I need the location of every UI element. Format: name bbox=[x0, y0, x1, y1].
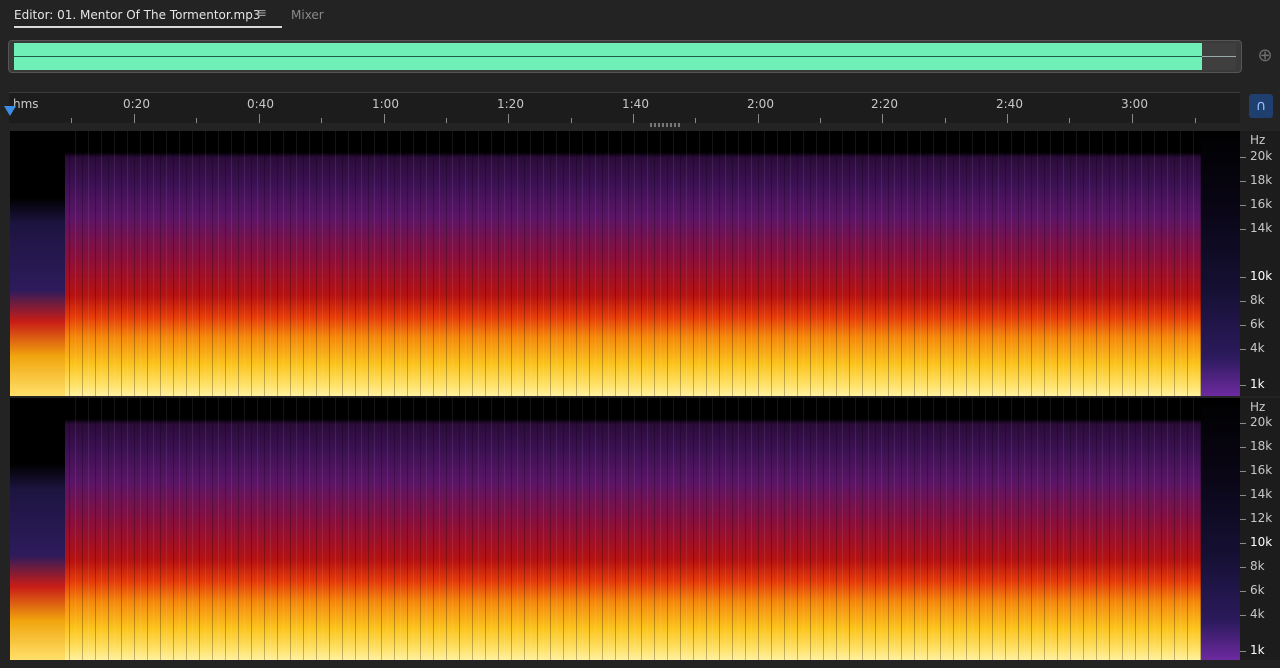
ruler-tick bbox=[508, 114, 509, 123]
freq-tick bbox=[1240, 205, 1246, 206]
spectrogram-bottom-intro bbox=[10, 398, 65, 660]
freq-tick bbox=[1240, 385, 1246, 386]
ruler-tick bbox=[321, 118, 322, 123]
spectral-channel-bottom[interactable] bbox=[10, 398, 1240, 660]
freq-label: 8k bbox=[1250, 559, 1265, 573]
ruler-tick bbox=[384, 114, 385, 123]
spectrogram-bottom-tail bbox=[1201, 398, 1240, 660]
freq-label: 16k bbox=[1250, 463, 1273, 477]
freq-tick bbox=[1240, 423, 1246, 424]
freq-label: 14k bbox=[1250, 221, 1273, 235]
spectrogram-bottom[interactable] bbox=[10, 398, 1240, 660]
freq-label: 8k bbox=[1250, 293, 1265, 307]
freq-label: 18k bbox=[1250, 173, 1273, 187]
ruler-tick bbox=[820, 118, 821, 123]
ruler-tick bbox=[1069, 118, 1070, 123]
freq-label: 12k bbox=[1250, 511, 1273, 525]
freq-label: 1k bbox=[1250, 643, 1265, 657]
ruler-label: 2:00 bbox=[747, 97, 774, 111]
playhead-marker[interactable] bbox=[4, 106, 16, 116]
ruler-label: 1:00 bbox=[372, 97, 399, 111]
overview-navigator[interactable] bbox=[8, 40, 1242, 73]
freq-label: 6k bbox=[1250, 317, 1265, 331]
freq-tick bbox=[1240, 277, 1246, 278]
freq-tick bbox=[1240, 325, 1246, 326]
freq-tick bbox=[1240, 301, 1246, 302]
ruler-tick bbox=[758, 114, 759, 123]
editor-tabs: Editor: 01. Mentor Of The Tormentor.mp3 … bbox=[0, 0, 1280, 36]
resize-handle[interactable] bbox=[650, 123, 680, 127]
frequency-ruler-bottom: Hz 20k 18k 16k 14k 12k 10k 8k 6k 4k 1k bbox=[1240, 398, 1280, 660]
ruler-label: 3:00 bbox=[1121, 97, 1148, 111]
freq-tick bbox=[1240, 157, 1246, 158]
ruler-label: 1:20 bbox=[497, 97, 524, 111]
ruler-tick bbox=[1132, 114, 1133, 123]
ruler-label: 2:40 bbox=[996, 97, 1023, 111]
ruler-tick bbox=[695, 118, 696, 123]
freq-label: 18k bbox=[1250, 439, 1273, 453]
ruler-label: 1:40 bbox=[622, 97, 649, 111]
freq-label: 6k bbox=[1250, 583, 1265, 597]
freq-label: 14k bbox=[1250, 487, 1273, 501]
freq-tick bbox=[1240, 651, 1246, 652]
ruler-tick bbox=[571, 118, 572, 123]
ruler-tick bbox=[196, 118, 197, 123]
ruler-tick bbox=[259, 114, 260, 123]
frequency-ruler-top: Hz 20k 18k 16k 14k 10k 8k 6k 4k 1k bbox=[1240, 131, 1280, 396]
ruler-tick bbox=[882, 114, 883, 123]
ruler-tick bbox=[134, 114, 135, 123]
spectrogram-top-intro bbox=[10, 131, 65, 396]
freq-label: 1k bbox=[1250, 377, 1265, 391]
ruler-tick bbox=[71, 118, 72, 123]
hamburger-menu-icon[interactable]: ≡ bbox=[256, 7, 270, 21]
overview-unused-region bbox=[1202, 43, 1236, 70]
freq-tick bbox=[1240, 447, 1246, 448]
freq-label: 10k bbox=[1250, 269, 1273, 283]
overview-waveform-line bbox=[14, 56, 1202, 57]
freq-label: 4k bbox=[1250, 341, 1265, 355]
magnet-icon[interactable]: ∩ bbox=[1249, 94, 1273, 118]
freq-label: 10k bbox=[1250, 535, 1273, 549]
zoom-icon[interactable]: ⊕ bbox=[1254, 45, 1276, 67]
freq-unit-label: Hz bbox=[1250, 133, 1266, 147]
freq-tick bbox=[1240, 567, 1246, 568]
ruler-label: 0:40 bbox=[247, 97, 274, 111]
spectral-channel-top[interactable] bbox=[10, 131, 1240, 396]
spectrogram-top[interactable] bbox=[10, 131, 1240, 396]
editor-tab[interactable]: Editor: 01. Mentor Of The Tormentor.mp3 bbox=[14, 8, 284, 28]
freq-tick bbox=[1240, 349, 1246, 350]
freq-tick bbox=[1240, 615, 1246, 616]
ruler-tick bbox=[1195, 118, 1196, 123]
ruler-label: 2:20 bbox=[871, 97, 898, 111]
freq-label: 20k bbox=[1250, 415, 1273, 429]
time-ruler[interactable]: hms 0:20 0:40 1:00 1:20 1:40 2:00 2:20 2… bbox=[9, 92, 1240, 123]
ruler-tick bbox=[446, 118, 447, 123]
spectrogram-top-tail bbox=[1201, 131, 1240, 396]
freq-tick bbox=[1240, 519, 1246, 520]
freq-label: 4k bbox=[1250, 607, 1265, 621]
ruler-tick bbox=[1007, 114, 1008, 123]
freq-tick bbox=[1240, 591, 1246, 592]
freq-unit-label: Hz bbox=[1250, 400, 1266, 414]
ruler-label: 0:20 bbox=[123, 97, 150, 111]
freq-tick bbox=[1240, 543, 1246, 544]
freq-tick bbox=[1240, 471, 1246, 472]
freq-label: 20k bbox=[1250, 149, 1273, 163]
ruler-tick bbox=[945, 118, 946, 123]
ruler-tick bbox=[633, 114, 634, 123]
freq-tick bbox=[1240, 181, 1246, 182]
freq-tick bbox=[1240, 229, 1246, 230]
mixer-tab[interactable]: Mixer bbox=[291, 8, 324, 22]
freq-tick bbox=[1240, 495, 1246, 496]
ruler-label-hms: hms bbox=[13, 97, 39, 111]
freq-label: 16k bbox=[1250, 197, 1273, 211]
